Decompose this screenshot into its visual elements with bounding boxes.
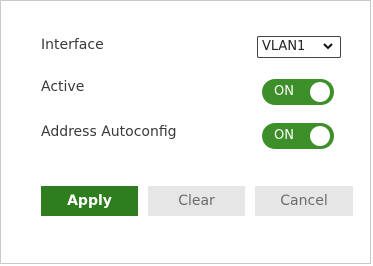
chevron-down-icon (323, 43, 333, 50)
address-autoconfig-toggle[interactable]: ON (262, 123, 334, 149)
address-autoconfig-label: Address Autoconfig (41, 124, 177, 140)
interface-select-value: VLAN1 (262, 39, 306, 54)
apply-button[interactable]: Apply (41, 186, 138, 216)
toggle-knob (310, 126, 330, 146)
active-toggle-state: ON (274, 84, 294, 99)
active-label: Active (41, 79, 85, 95)
autoconfig-toggle-state: ON (274, 128, 294, 143)
cancel-button[interactable]: Cancel (255, 186, 353, 216)
active-toggle[interactable]: ON (262, 79, 334, 105)
toggle-knob (310, 82, 330, 102)
clear-button[interactable]: Clear (148, 186, 245, 216)
interface-label: Interface (41, 37, 104, 53)
ipv6-interface-panel: Interface VLAN1 Active ON Address Autoco… (0, 0, 371, 264)
interface-select[interactable]: VLAN1 (257, 36, 341, 58)
